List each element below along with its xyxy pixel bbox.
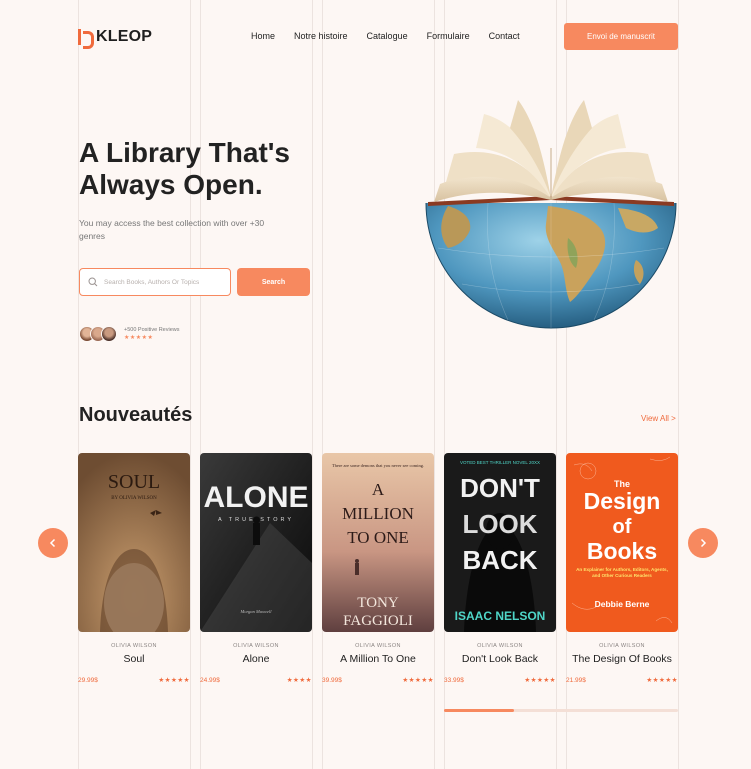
cover-title-line2: of <box>613 516 632 538</box>
book-author: OLIVIA WILSON <box>355 643 401 649</box>
book-price: 39.99$ <box>322 676 342 684</box>
search-icon <box>88 277 98 287</box>
nav-item-contact[interactable]: Contact <box>489 31 520 41</box>
book-rating: ★★★★★ <box>402 677 434 684</box>
book-card[interactable]: SOUL BY OLIVIA WILSON OLIVIA WILSON Soul… <box>78 453 190 684</box>
book-rating: ★★★★★ <box>158 677 190 684</box>
cover-title-line3: BACK <box>462 545 537 575</box>
book-cover[interactable]: SOUL BY OLIVIA WILSON <box>78 453 190 632</box>
reviews-summary: +500 Positive Reviews ★★★★★ <box>79 326 180 342</box>
nav-item-notre-histoire[interactable]: Notre histoire <box>294 31 348 41</box>
cover-author: Morgan Maxwell <box>240 609 273 614</box>
nav-item-formulaire[interactable]: Formulaire <box>427 31 470 41</box>
book-author: OLIVIA WILSON <box>111 643 157 649</box>
book-price: 29.99$ <box>78 676 98 684</box>
book-card[interactable]: There are some demons that you never see… <box>322 453 434 684</box>
book-title[interactable]: Don't Look Back <box>444 653 556 665</box>
book-card[interactable]: ALONE A TRUE STORY Morgan Maxwell OLIVIA… <box>200 453 312 684</box>
book-rating: ★★★★ <box>286 677 312 684</box>
book-price: 33.99$ <box>444 676 464 684</box>
cover-author-first: TONY <box>357 595 399 611</box>
cover-tagline: There are some demons that you never see… <box>332 463 424 468</box>
hero-subtitle: You may access the best collection with … <box>79 218 265 241</box>
book-cover[interactable]: There are some demons that you never see… <box>322 453 434 632</box>
book-card[interactable]: The Design of Books An Explainer for Aut… <box>566 453 678 684</box>
brand-logo[interactable]: KLEOP <box>78 28 153 49</box>
cover-title-line2: MILLION <box>342 504 414 523</box>
guide-line <box>312 0 313 769</box>
cover-author: BY OLIVIA WILSON <box>111 496 157 501</box>
cover-author: Debbie Berne <box>595 599 650 609</box>
book-title[interactable]: Soul <box>78 653 190 665</box>
cover-tagline: VOTED BEST THRILLER NOVEL 20XX <box>460 460 540 465</box>
book-title[interactable]: The Design Of Books <box>566 653 678 665</box>
cover-subtitle: A TRUE STORY <box>218 517 294 523</box>
carousel-progress[interactable] <box>444 709 678 712</box>
cover-author: ISAAC NELSON <box>455 609 546 623</box>
book-author: OLIVIA WILSON <box>233 643 279 649</box>
hero-title: A Library That's Always Open. <box>79 137 290 200</box>
cover-author-last: FAGGIOLI <box>343 613 413 629</box>
search-field[interactable] <box>79 268 231 296</box>
cover-title-line2: LOOK <box>462 509 537 539</box>
cover-title-line3: TO ONE <box>347 528 409 547</box>
cover-title-line3: Books <box>587 538 657 564</box>
book-rating: ★★★★★ <box>646 677 678 684</box>
book-price: 21.99$ <box>566 676 586 684</box>
avatar <box>101 326 117 342</box>
brand-name: KLEOP <box>96 28 153 45</box>
reviewer-avatars <box>79 326 117 342</box>
submit-manuscript-button[interactable]: Envoi de manuscrit <box>564 23 678 50</box>
main-nav: Home Notre histoire Catalogue Formulaire… <box>251 31 520 41</box>
book-author: OLIVIA WILSON <box>477 643 523 649</box>
cover-title: ALONE <box>204 481 309 514</box>
reviews-stars: ★★★★★ <box>124 335 154 341</box>
cover-title-line1: Design <box>584 488 661 514</box>
section-title: Nouveautés <box>79 404 193 426</box>
book-title[interactable]: Alone <box>200 653 312 665</box>
cover-title: SOUL <box>108 471 160 493</box>
globe-book-illustration <box>425 100 677 329</box>
search-button[interactable]: Search <box>237 268 310 296</box>
book-price: 24.99$ <box>200 676 220 684</box>
guide-line <box>190 0 191 769</box>
chevron-right-icon <box>700 538 707 548</box>
search-input[interactable] <box>104 278 222 286</box>
logo-icon <box>78 29 94 49</box>
nav-item-home[interactable]: Home <box>251 31 275 41</box>
cover-title-line1: DON'T <box>460 473 540 503</box>
book-card[interactable]: VOTED BEST THRILLER NOVEL 20XX DON'T LOO… <box>444 453 556 684</box>
view-all-link[interactable]: View All > <box>641 414 676 423</box>
book-cover[interactable]: The Design of Books An Explainer for Aut… <box>566 453 678 632</box>
chevron-left-icon <box>49 538 56 548</box>
book-cover[interactable]: ALONE A TRUE STORY Morgan Maxwell <box>200 453 312 632</box>
reviews-label: +500 Positive Reviews <box>124 327 180 333</box>
book-title[interactable]: A Million To One <box>322 653 434 665</box>
cover-subtitle: An Explainer for Authors, Editors, Agent… <box>576 567 668 578</box>
book-rating: ★★★★★ <box>524 677 556 684</box>
carousel-prev-button[interactable] <box>38 528 68 558</box>
carousel-next-button[interactable] <box>688 528 718 558</box>
carousel-progress-fill <box>444 709 515 712</box>
book-cover[interactable]: VOTED BEST THRILLER NOVEL 20XX DON'T LOO… <box>444 453 556 632</box>
book-author: OLIVIA WILSON <box>599 643 645 649</box>
cover-title-line1: A <box>372 480 385 499</box>
nav-item-catalogue[interactable]: Catalogue <box>367 31 408 41</box>
